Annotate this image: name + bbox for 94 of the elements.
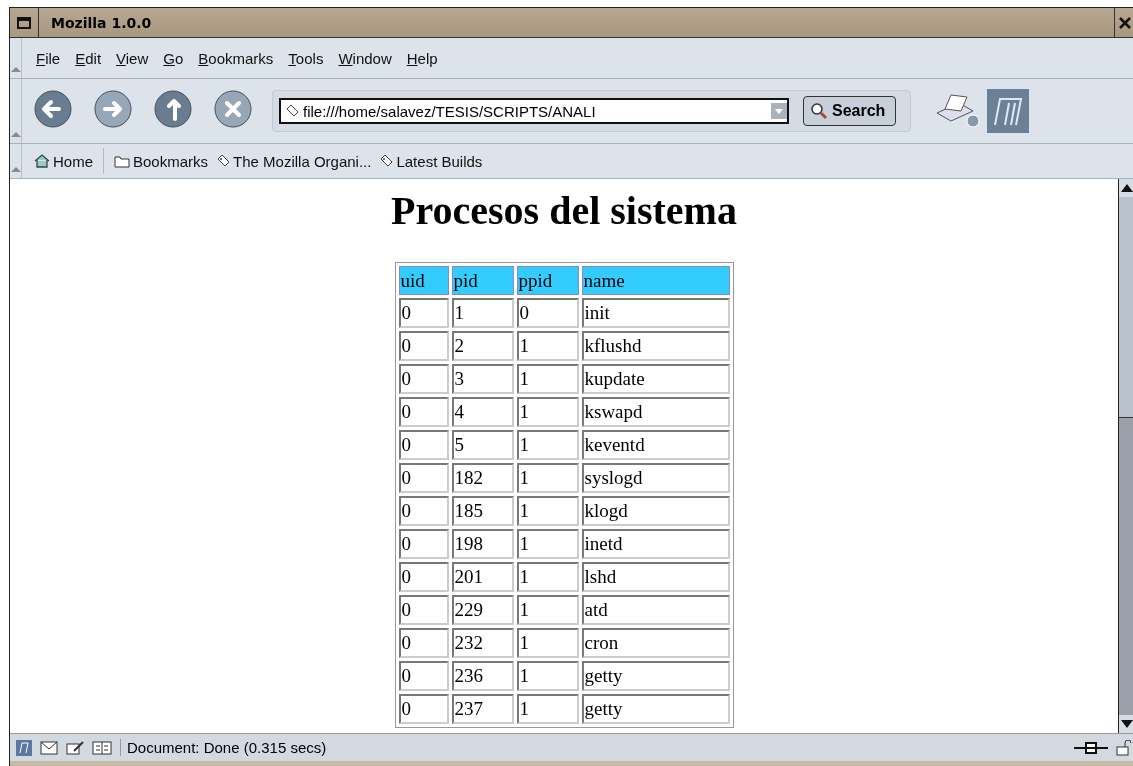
table-cell: kupdate xyxy=(581,364,730,394)
table-cell: 1 xyxy=(516,628,579,658)
close-icon xyxy=(1119,17,1131,29)
table-cell: 1 xyxy=(516,562,579,592)
table-cell: 4 xyxy=(451,397,514,427)
table-cell: 0 xyxy=(398,595,449,625)
bookmark-link[interactable]: Latest Builds xyxy=(375,150,487,172)
table-cell: 1 xyxy=(516,694,579,724)
table-cell: 237 xyxy=(451,694,514,724)
compose-icon[interactable] xyxy=(66,740,84,755)
table-cell: 0 xyxy=(398,331,449,361)
table-cell: getty xyxy=(581,694,730,724)
menu-item[interactable]: Help xyxy=(400,49,447,67)
padlock-icon xyxy=(1116,739,1132,756)
table-cell: 185 xyxy=(451,496,514,526)
menu-item[interactable]: Go xyxy=(157,49,193,67)
menu-item[interactable]: Edit xyxy=(69,49,111,67)
table-cell: 0 xyxy=(398,397,449,427)
table-cell: 1 xyxy=(516,529,579,559)
table-cell: 1 xyxy=(516,397,579,427)
table-cell: 1 xyxy=(516,364,579,394)
menu-item[interactable]: Bookmarks xyxy=(192,49,283,67)
column-header: name xyxy=(581,266,730,295)
table-cell: 0 xyxy=(398,562,449,592)
table-cell: 182 xyxy=(451,463,514,493)
table-cell: 232 xyxy=(451,628,514,658)
table-cell: 3 xyxy=(451,364,514,394)
address-book-icon[interactable] xyxy=(92,740,112,755)
table-cell: lshd xyxy=(581,562,730,592)
table-cell: 0 xyxy=(398,628,449,658)
table-cell: 0 xyxy=(398,463,449,493)
table-cell: 1 xyxy=(516,661,579,691)
table-cell: 201 xyxy=(451,562,514,592)
table-cell: 0 xyxy=(516,298,579,328)
menu-item[interactable]: File xyxy=(30,49,70,67)
table-cell: 0 xyxy=(398,529,449,559)
bookmark-icon xyxy=(379,154,394,168)
status-text: Document: Done (0.315 secs) xyxy=(120,739,1066,756)
table-cell: 1 xyxy=(516,595,579,625)
bookmark-icon xyxy=(216,154,231,168)
table-cell: 1 xyxy=(516,430,579,460)
menu-item[interactable]: View xyxy=(110,49,158,67)
table-cell: 1 xyxy=(516,463,579,493)
table-cell: 2 xyxy=(451,331,514,361)
bookmark-link[interactable]: Home xyxy=(30,150,97,172)
table-cell: keventd xyxy=(581,430,730,460)
home-icon xyxy=(34,154,50,168)
table-cell: kswapd xyxy=(581,397,730,427)
table-cell: 236 xyxy=(451,661,514,691)
table-cell: 1 xyxy=(451,298,514,328)
folder-icon xyxy=(114,154,130,168)
table-cell: 0 xyxy=(398,496,449,526)
table-cell: inetd xyxy=(581,529,730,559)
window-title: Mozilla 1.0.0 xyxy=(51,14,153,31)
grip-icon[interactable] xyxy=(10,132,21,137)
search-icon xyxy=(810,102,828,120)
table-cell: 0 xyxy=(398,661,449,691)
column-header: ppid xyxy=(516,266,579,295)
scrollbar[interactable] xyxy=(1118,179,1133,733)
grip-icon[interactable] xyxy=(10,67,21,72)
table-cell: getty xyxy=(581,661,730,691)
mozilla-logo-icon[interactable] xyxy=(987,89,1030,133)
table-cell: 5 xyxy=(451,430,514,460)
close-button[interactable] xyxy=(1114,8,1133,37)
column-header: uid xyxy=(398,266,449,295)
table-cell: 1 xyxy=(516,331,579,361)
table-cell: kflushd xyxy=(581,331,730,361)
column-header: pid xyxy=(451,266,514,295)
table-cell: cron xyxy=(581,628,730,658)
table-cell: 1 xyxy=(516,496,579,526)
table-cell: atd xyxy=(581,595,730,625)
connection-plug-icon xyxy=(1074,740,1108,755)
table-cell: klogd xyxy=(581,496,730,526)
table-cell: 0 xyxy=(398,694,449,724)
table-cell: syslogd xyxy=(581,463,730,493)
bookmark-link[interactable]: Bookmarks xyxy=(110,150,213,172)
window-menu-icon[interactable] xyxy=(17,16,31,29)
table-cell: 0 xyxy=(398,364,449,394)
table-cell: 229 xyxy=(451,595,514,625)
menu-item[interactable]: Window xyxy=(332,49,401,67)
search-button[interactable]: Search xyxy=(803,96,897,126)
table-cell: 198 xyxy=(451,529,514,559)
scroll-up-icon[interactable] xyxy=(1120,184,1133,192)
scroll-down-icon[interactable] xyxy=(1120,720,1133,728)
mozilla-logo-icon[interactable] xyxy=(16,739,32,756)
bookmark-link[interactable]: The Mozilla Organi... xyxy=(212,150,376,172)
table-cell: 0 xyxy=(398,430,449,460)
mail-icon[interactable] xyxy=(40,740,58,755)
grip-icon[interactable] xyxy=(10,167,21,172)
table-cell: init xyxy=(581,298,730,328)
page-heading: Procesos del sistema xyxy=(391,187,737,234)
menu-item[interactable]: Tools xyxy=(282,49,333,67)
table-cell: 0 xyxy=(398,298,449,328)
url-field[interactable]: file:///home/salavez/TESIS/SCRIPTS/ANALI xyxy=(279,98,789,124)
